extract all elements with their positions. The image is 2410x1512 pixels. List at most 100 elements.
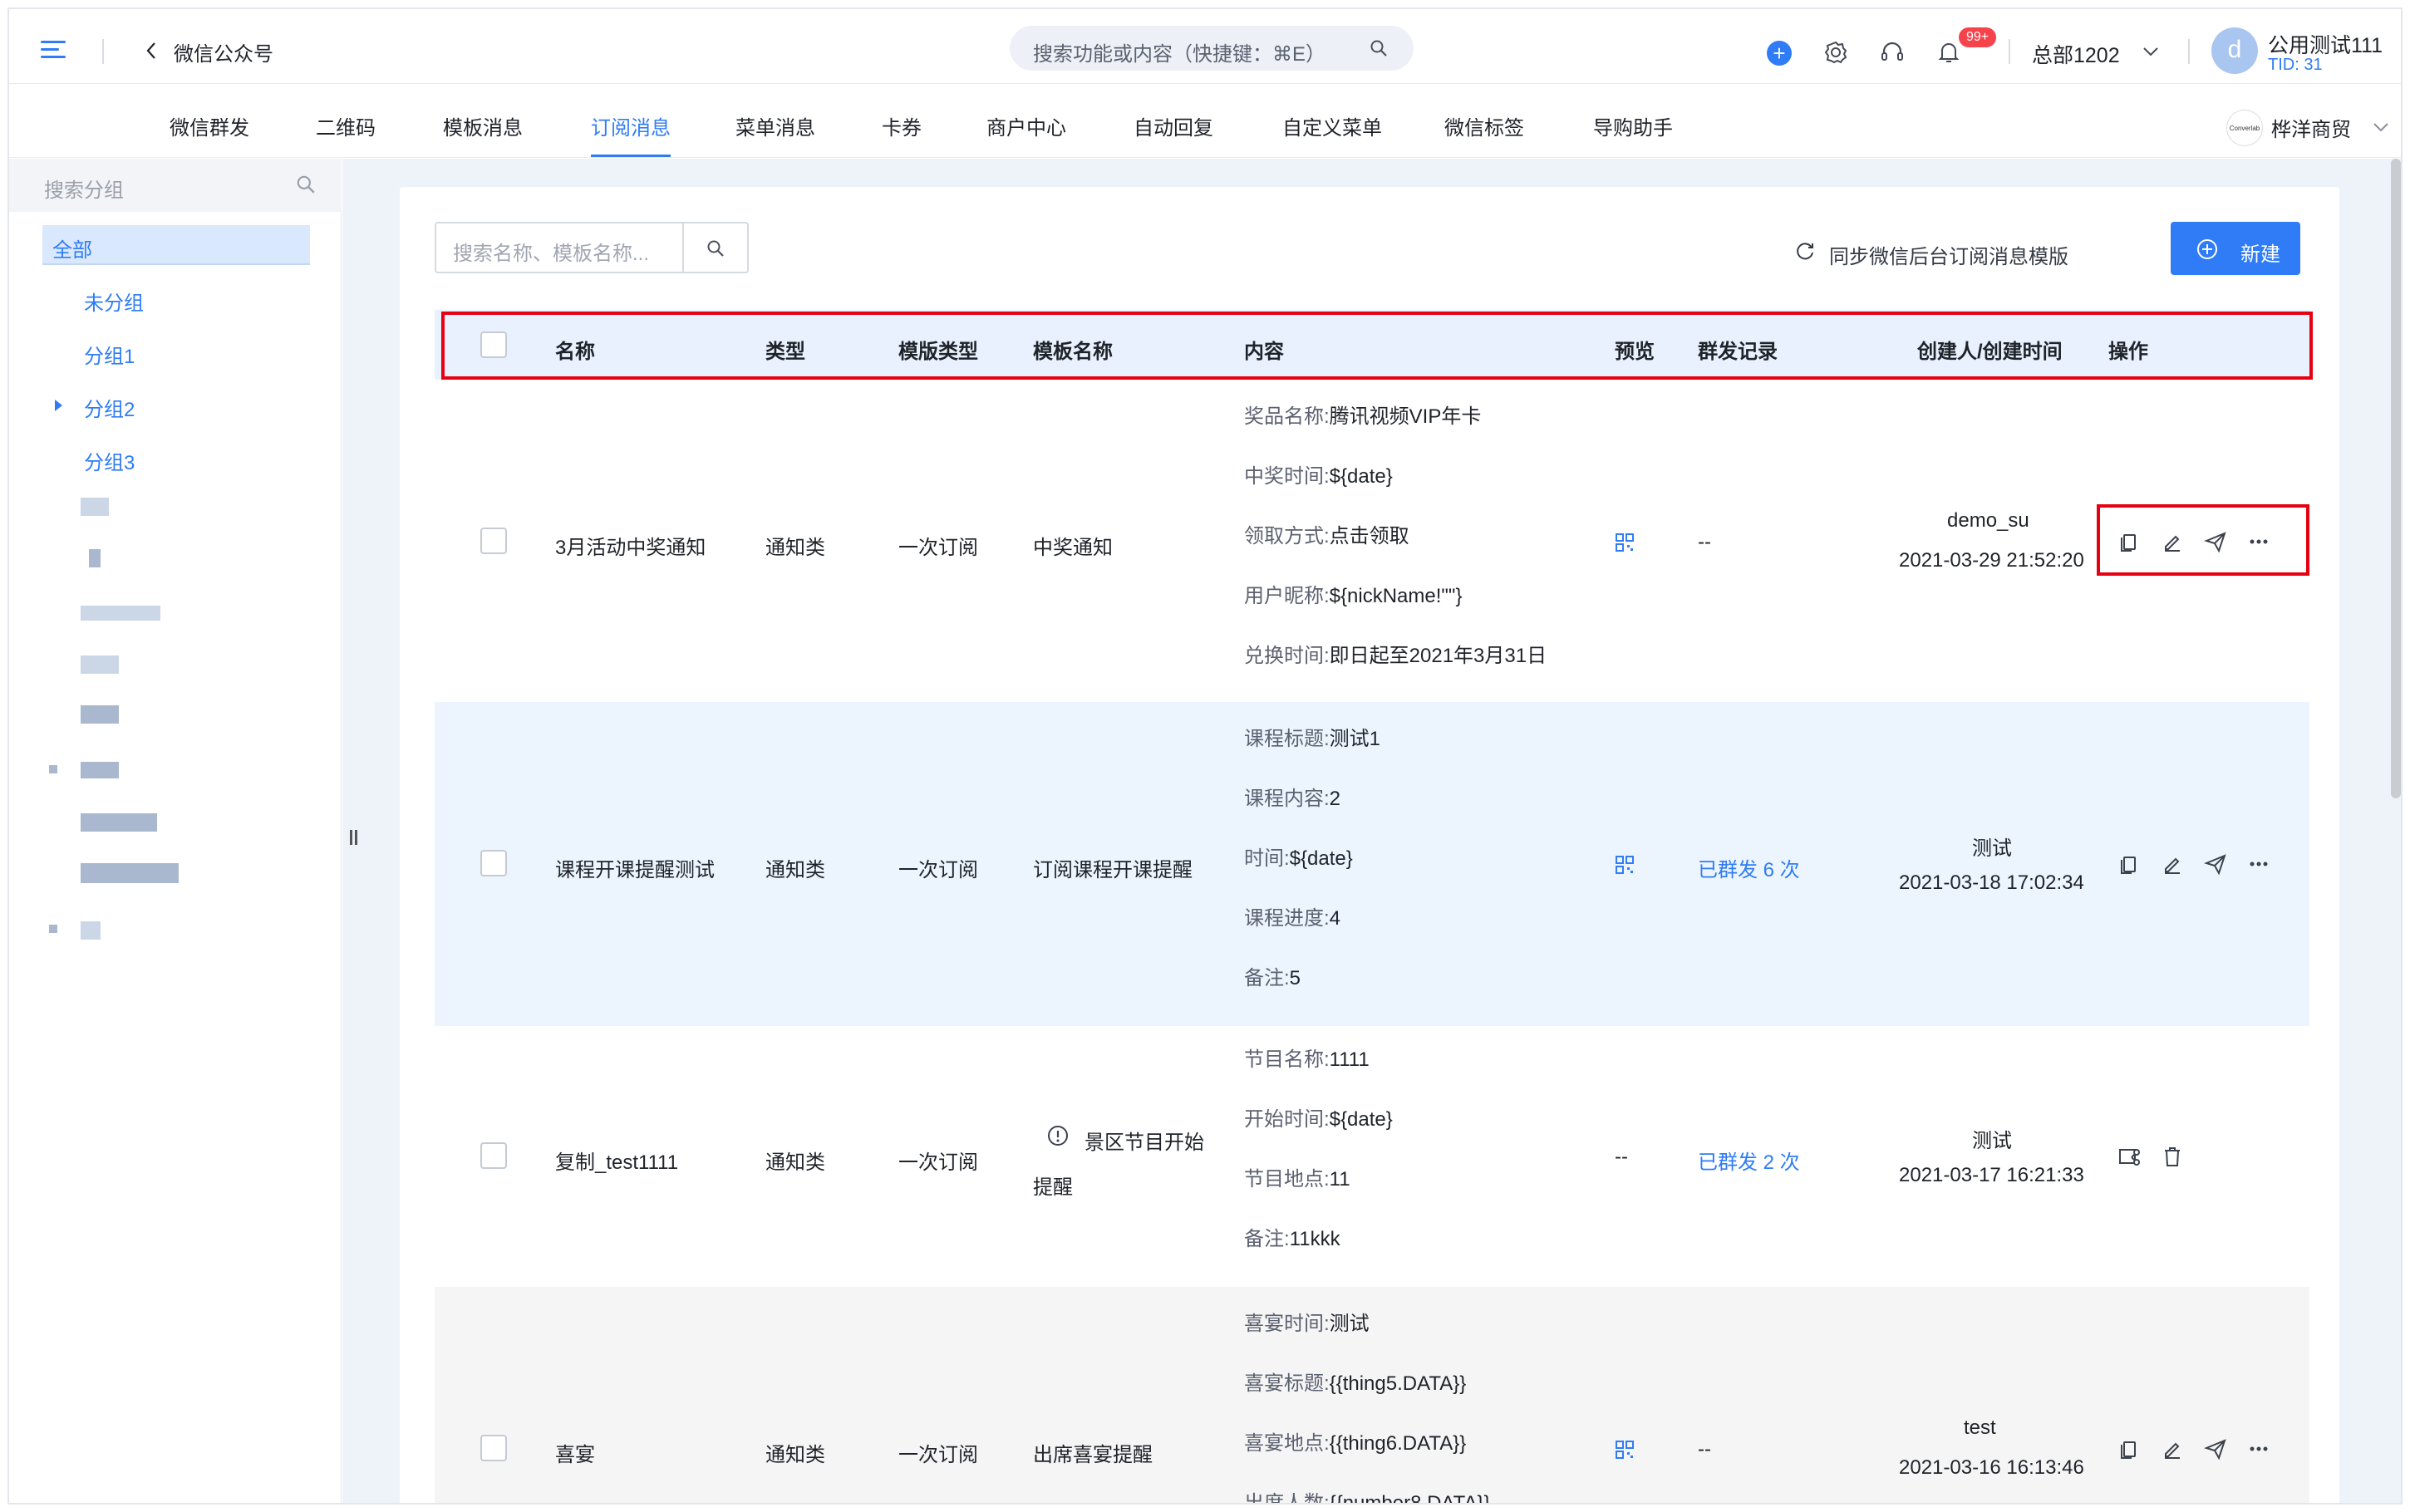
template-search-button[interactable] [684, 222, 749, 273]
avatar[interactable]: d [2211, 27, 2258, 74]
collapse-handle-icon[interactable] [348, 830, 360, 847]
search-icon[interactable] [1369, 38, 1389, 58]
tab-menu-message[interactable]: 菜单消息 [735, 111, 815, 140]
tab-subscribe-message[interactable]: 订阅消息 [591, 111, 671, 140]
tab-merchant-center[interactable]: 商户中心 [986, 111, 1066, 140]
user-name[interactable]: 公用测试111 [2268, 29, 2383, 59]
search-icon[interactable] [295, 174, 317, 195]
content-value: ${nickName!""} [1329, 585, 1463, 607]
chevron-down-icon[interactable] [2142, 42, 2160, 61]
row-type: 通知类 [765, 859, 825, 881]
copy-icon[interactable] [2117, 852, 2142, 876]
blurred-group-item[interactable] [89, 549, 101, 567]
header-highlight-box [441, 312, 2313, 380]
refresh-icon[interactable] [1794, 240, 1816, 262]
blurred-group-item[interactable] [81, 762, 119, 778]
tab-shopping-guide[interactable]: 导购助手 [1593, 111, 1673, 140]
row-created-at: 2021-03-18 17:02:34 [1899, 871, 2084, 894]
copy-icon[interactable] [2117, 1436, 2142, 1461]
headset-icon[interactable] [1879, 39, 1906, 66]
chevron-down-icon[interactable] [2372, 118, 2390, 136]
content-value: ${date} [1329, 1108, 1393, 1131]
group-item-all-label: 全部 [52, 239, 92, 262]
content-key: 节目名称: [1244, 1048, 1330, 1071]
qrcode-preview-icon[interactable] [1615, 855, 1635, 875]
brand-logo: Converlab [2226, 110, 2263, 146]
notification-badge: 99+ [1959, 27, 1997, 47]
group-item-ungrouped[interactable]: 未分组 [84, 287, 144, 316]
group-item-3[interactable]: 分组3 [84, 446, 135, 475]
back-icon[interactable] [142, 41, 162, 61]
tab-auto-reply[interactable]: 自动回复 [1134, 111, 1213, 140]
add-icon[interactable]: + [1767, 41, 1792, 66]
row-type: 通知类 [765, 537, 825, 559]
more-icon[interactable] [2246, 852, 2271, 876]
blurred-group-item[interactable] [81, 863, 179, 883]
row-checkbox[interactable] [480, 1142, 507, 1169]
group-item-1[interactable]: 分组1 [84, 340, 135, 369]
template-search-input[interactable]: 搜索名称、模板名称... [435, 222, 684, 273]
blurred-group-item[interactable] [81, 498, 109, 516]
tab-custom-menu[interactable]: 自定义菜单 [1282, 111, 1382, 140]
send-icon[interactable] [2203, 852, 2228, 876]
row-template-name-cont: 提醒 [1033, 1176, 1073, 1199]
content-line: 课程标题:测试1 [1244, 722, 1380, 751]
blurred-group-item[interactable] [81, 655, 119, 674]
content-line: 开始时间:${date} [1244, 1102, 1393, 1132]
content-key: 中奖时间: [1244, 465, 1330, 488]
blurred-group-item[interactable] [81, 705, 119, 724]
content-line: 课程进度:4 [1244, 901, 1340, 930]
table-row[interactable]: 喜宴 通知类 一次订阅 出席喜宴提醒 喜宴时间:测试 喜宴标题:{{thing5… [435, 1287, 2309, 1505]
more-icon[interactable] [2246, 1436, 2271, 1461]
send-record-link[interactable]: 已群发 6 次 [1698, 853, 1800, 882]
row-creator: demo_su [1947, 509, 2029, 532]
group-item-all[interactable]: 全部 [42, 225, 310, 265]
row-checkbox[interactable] [480, 1435, 507, 1461]
qrcode-preview-icon[interactable] [1615, 533, 1635, 552]
group-search-input[interactable]: 搜索分组 [9, 159, 342, 212]
tab-template-message[interactable]: 模板消息 [443, 111, 523, 140]
content-value: {{thing5.DATA}} [1329, 1372, 1467, 1395]
blurred-group-item[interactable] [81, 606, 160, 621]
edit-icon[interactable] [2160, 1436, 2185, 1461]
blurred-group-item[interactable] [81, 921, 101, 940]
global-search[interactable]: 搜索功能或内容（快捷键：⌘E） [1010, 26, 1414, 71]
content-line: 领取方式:点击领取 [1244, 519, 1409, 548]
new-button[interactable]: 新建 [2171, 222, 2300, 275]
content-line: 备注:11kkk [1244, 1222, 1340, 1251]
row-creator: test [1964, 1416, 1996, 1439]
group-item-2[interactable]: 分组2 [84, 393, 135, 422]
content-value: {{number8.DATA}} [1329, 1492, 1491, 1505]
bell-icon[interactable] [1935, 39, 1962, 66]
content-value: 5 [1289, 967, 1301, 989]
trash-icon[interactable] [2160, 1144, 2185, 1169]
caret-right-icon[interactable] [55, 400, 62, 411]
row-checkbox[interactable] [480, 528, 507, 554]
vertical-scrollbar[interactable] [2391, 159, 2401, 798]
row-template-type: 一次订阅 [898, 1151, 978, 1174]
content-key: 喜宴标题: [1244, 1372, 1330, 1395]
org-selector-label[interactable]: 总部1202 [2032, 39, 2120, 69]
table-row[interactable]: 复制_test1111 通知类 一次订阅 景区节目开始 提醒 节目名称:1111… [435, 1026, 2309, 1287]
tab-coupon[interactable]: 卡券 [882, 111, 922, 140]
tab-wechat-tags[interactable]: 微信标签 [1444, 111, 1524, 140]
divider [2188, 39, 2190, 64]
qrcode-preview-icon[interactable] [1615, 1440, 1635, 1460]
blurred-group-item[interactable] [81, 813, 157, 832]
edit-icon[interactable] [2160, 852, 2185, 876]
row-template-name: 中奖通知 [1033, 537, 1113, 559]
tab-qrcode[interactable]: 二维码 [316, 111, 376, 140]
menu-icon[interactable] [41, 41, 69, 59]
sync-templates-link[interactable]: 同步微信后台订阅消息模版 [1829, 240, 2068, 269]
tab-group-send[interactable]: 微信群发 [170, 111, 249, 140]
send-record-link[interactable]: 已群发 2 次 [1698, 1146, 1800, 1175]
brand-name[interactable]: 桦洋商贸 [2271, 113, 2351, 142]
row-checkbox[interactable] [480, 850, 507, 876]
gear-icon[interactable] [1822, 39, 1849, 66]
send-icon[interactable] [2203, 1436, 2228, 1461]
table-row[interactable]: 3月活动中奖通知 通知类 一次订阅 中奖通知 奖品名称:腾讯视频VIP年卡 中奖… [435, 383, 2309, 702]
blurred-marker [49, 765, 57, 773]
row-template-type: 一次订阅 [898, 1444, 978, 1466]
table-row[interactable]: 课程开课提醒测试 通知类 一次订阅 订阅课程开课提醒 课程标题:测试1 课程内容… [435, 702, 2309, 1026]
share-icon[interactable] [2117, 1144, 2142, 1169]
